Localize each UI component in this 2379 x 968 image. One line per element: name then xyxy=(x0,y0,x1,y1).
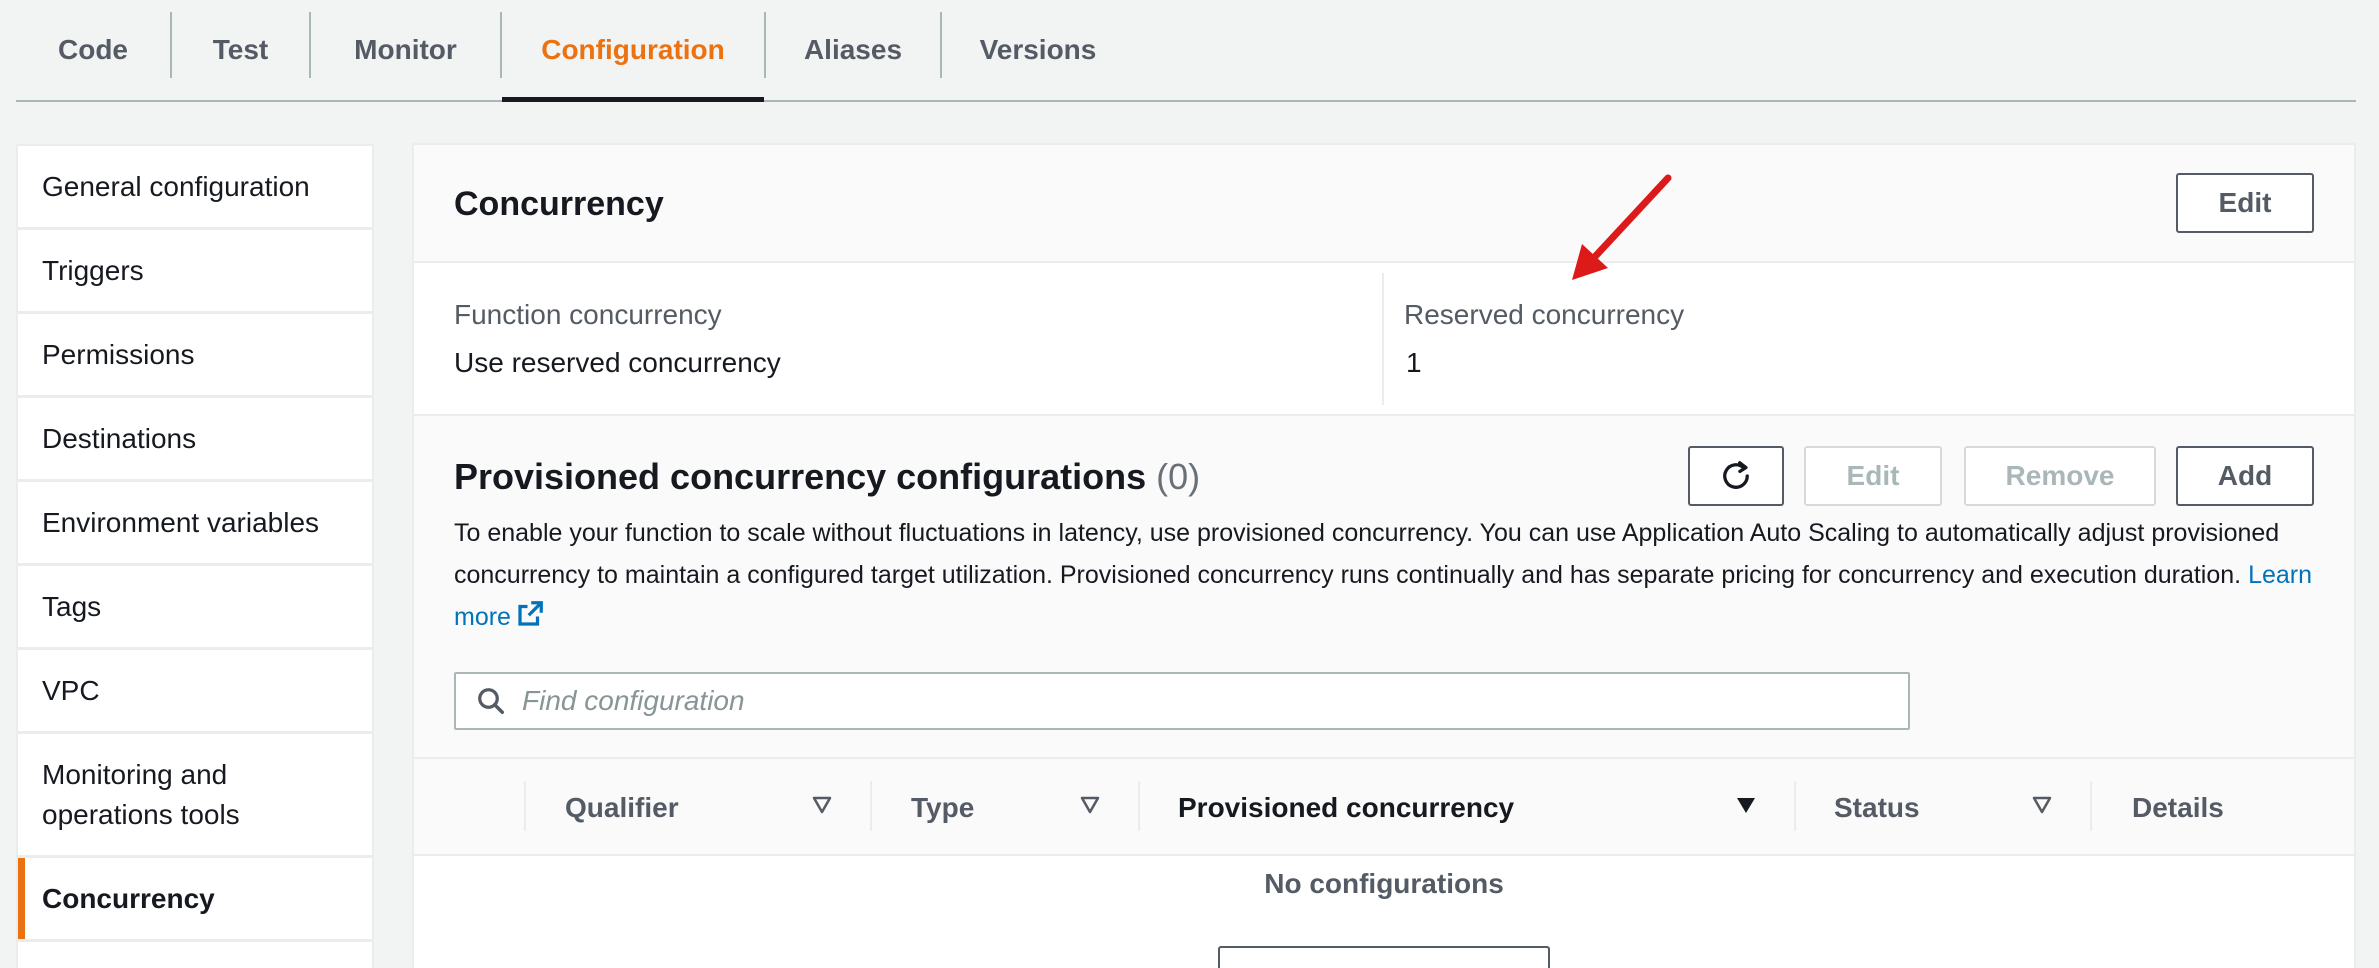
provisioned-description: To enable your function to scale without… xyxy=(454,512,2314,638)
provisioned-title: Provisioned concurrency configurations (… xyxy=(454,456,1200,498)
sidebar-item-tags[interactable]: Tags xyxy=(18,566,372,650)
remove-button[interactable]: Remove xyxy=(1964,446,2156,506)
sidebar-item-triggers[interactable]: Triggers xyxy=(18,230,372,314)
header-divider xyxy=(2090,781,2092,831)
sidebar-item-general-configuration[interactable]: General configuration xyxy=(18,146,372,230)
tab-configuration[interactable]: Configuration xyxy=(502,0,764,102)
table-header: Qualifier Type Provisioned concurrency S… xyxy=(414,759,2354,856)
sidebar-item-monitoring[interactable]: Monitoring and operations tools xyxy=(18,734,372,858)
search-icon xyxy=(476,686,506,716)
external-link-icon xyxy=(518,601,543,626)
concurrency-edit-button[interactable]: Edit xyxy=(2176,173,2314,233)
column-status[interactable]: Status xyxy=(1834,759,1920,856)
column-qualifier[interactable]: Qualifier xyxy=(565,759,679,856)
refresh-button[interactable] xyxy=(1688,446,1784,506)
config-sidebar: General configuration Triggers Permissio… xyxy=(16,144,374,968)
sort-icon[interactable] xyxy=(1078,793,1102,817)
provisioned-edit-button[interactable]: Edit xyxy=(1804,446,1942,506)
provisioned-concurrency-section: Provisioned concurrency configurations (… xyxy=(414,416,2354,759)
header-divider xyxy=(1138,781,1140,831)
tab-versions[interactable]: Versions xyxy=(942,0,1134,100)
sidebar-item-environment-variables[interactable]: Environment variables xyxy=(18,482,372,566)
sidebar-item-concurrency[interactable]: Concurrency xyxy=(18,858,372,942)
function-concurrency-value: Use reserved concurrency xyxy=(454,347,781,378)
tab-code[interactable]: Code xyxy=(16,0,170,100)
column-details: Details xyxy=(2132,791,2224,823)
column-divider xyxy=(1382,273,1384,405)
concurrency-details: Function concurrency Use reserved concur… xyxy=(414,263,2354,416)
sidebar-item-permissions[interactable]: Permissions xyxy=(18,314,372,398)
reserved-concurrency-value: 1 xyxy=(1406,347,1422,378)
tab-test[interactable]: Test xyxy=(172,0,309,100)
annotation-arrow-icon xyxy=(1572,174,1672,280)
add-button[interactable]: Add xyxy=(2176,446,2314,506)
header-divider xyxy=(1794,781,1796,831)
empty-state-text: No configurations xyxy=(1264,868,1504,899)
column-type[interactable]: Type xyxy=(911,759,974,856)
header-divider xyxy=(524,781,526,831)
tab-bar: Code Test Monitor Configuration Aliases … xyxy=(16,0,2356,102)
column-provisioned-concurrency[interactable]: Provisioned concurrency xyxy=(1178,759,1514,856)
sidebar-item-destinations[interactable]: Destinations xyxy=(18,398,372,482)
sidebar-item-vpc[interactable]: VPC xyxy=(18,650,372,734)
concurrency-title: Concurrency xyxy=(454,185,664,223)
header-divider xyxy=(870,781,872,831)
tab-monitor[interactable]: Monitor xyxy=(311,0,500,100)
tab-aliases[interactable]: Aliases xyxy=(766,0,940,100)
find-configuration-search[interactable] xyxy=(454,672,1910,730)
sort-icon[interactable] xyxy=(810,793,834,817)
add-configuration-button[interactable] xyxy=(1218,946,1550,968)
refresh-icon xyxy=(1723,461,1749,489)
provisioned-count: (0) xyxy=(1156,456,1201,497)
concurrency-header: Concurrency Edit xyxy=(414,145,2354,263)
concurrency-panel: Concurrency Edit Function concurrency Us… xyxy=(412,143,2356,968)
provisioned-description-text: To enable your function to scale without… xyxy=(454,519,2280,589)
search-input[interactable] xyxy=(522,685,1882,717)
sort-icon[interactable] xyxy=(2030,793,2054,817)
function-concurrency-label: Function concurrency xyxy=(454,299,722,330)
reserved-concurrency-label: Reserved concurrency xyxy=(1404,299,1685,330)
sort-descending-icon[interactable] xyxy=(1734,793,1758,817)
provisioned-title-text: Provisioned concurrency configurations xyxy=(454,456,1147,497)
